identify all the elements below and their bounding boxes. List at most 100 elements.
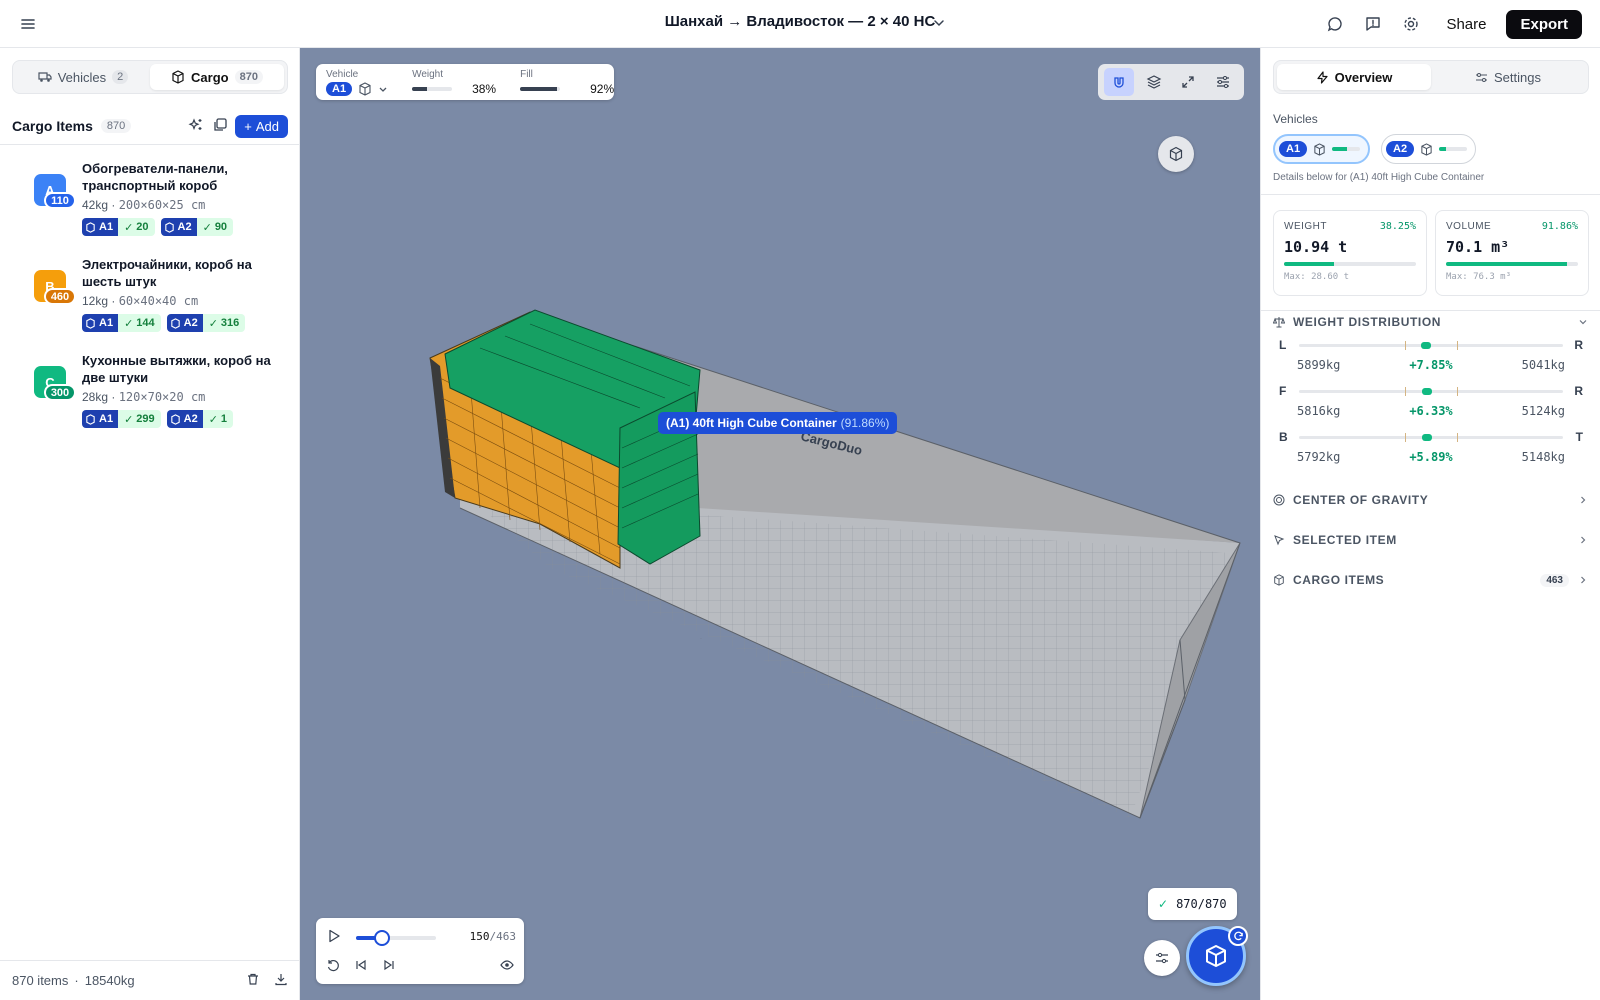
step-forward-icon[interactable] [382,958,396,975]
cargo-item-weight: 28kg [82,390,109,404]
check-icon: ✓ [124,317,134,330]
view-cube-icon[interactable] [1158,136,1194,172]
center-of-gravity-header[interactable]: CENTER OF GRAVITY [1273,490,1589,510]
tab-overview-label: Overview [1334,69,1393,85]
tab-vehicles-count: 2 [112,70,129,84]
vehicle-tag-label: A1 [99,221,114,233]
vehicle-chip-a2[interactable]: A2 [1381,134,1477,164]
check-icon: ✓ [202,221,212,234]
reset-icon[interactable] [326,958,340,975]
sparkles-icon[interactable] [187,116,205,137]
duplicate-icon[interactable] [211,116,229,137]
wd-right-value: 5124kg [1521,404,1565,418]
list-item[interactable]: A 110 Обогреватели-панели, транспортный … [0,152,300,246]
sliders-icon[interactable] [1208,68,1238,96]
playback-controls: 150/463 [316,918,524,984]
hud-fill-label: Fill [520,68,533,80]
settings-sliders-icon [1476,72,1487,82]
vehicle-chip-a1[interactable]: A1 [1273,134,1371,164]
quantity-badge: 110 [44,192,76,209]
magnet-icon[interactable] [1104,68,1135,96]
cargo-item-meta: 12kg · 60×40×40 cm [82,294,199,308]
vehicle-chip-label: A1 [1279,141,1308,157]
refresh-icon[interactable] [1228,926,1248,946]
cargo-item-name: Кухонные вытяжки, короб на две штуки [82,353,271,385]
vehicle-hud: Vehicle A1 Weight 38% Fill 92% [316,64,614,100]
tab-cargo[interactable]: Cargo 870 [150,64,284,90]
box-icon [1274,574,1284,586]
hud-fill-value: 92% [590,81,615,96]
quantity-badge: 300 [44,384,76,401]
allocation-qty: 144 [136,317,155,329]
export-button[interactable]: Export [1506,9,1582,39]
box-icon [172,70,184,84]
wd-right-value: 5148kg [1521,450,1565,464]
tab-settings[interactable]: Settings [1431,64,1585,90]
page-title[interactable]: Шанхай → Владивосток — 2 × 40 HC [665,13,936,30]
tab-overview[interactable]: Overview [1277,64,1431,90]
gear-icon[interactable] [1396,9,1426,39]
truck-icon [38,72,52,82]
volume-card-bar [1446,262,1578,266]
feedback-icon[interactable] [1358,9,1388,39]
allocation-tags: A1 ✓ 299 A2 ✓ 1 [82,410,234,428]
cargo-item-meta: 28kg · 120×70×20 cm [82,390,206,404]
share-button[interactable]: Share [1434,10,1498,39]
right-tabs: Overview Settings [1273,60,1589,94]
vehicles-section-label: Vehicles [1273,112,1318,126]
comment-icon[interactable] [1320,9,1350,39]
plus-icon: + [244,118,252,134]
left-footer: 870 items · 18540kg [0,960,300,1000]
add-cargo-button[interactable]: + Add [235,114,288,138]
footer-items-count: 870 items [12,973,69,988]
wd-right-value: 5041kg [1521,358,1565,372]
vehicle-fill-bar-fill [1439,147,1447,151]
weight-distribution-header[interactable]: WEIGHT DISTRIBUTION [1273,312,1589,332]
expand-icon[interactable] [1173,68,1203,96]
selected-item-header[interactable]: SELECTED ITEM [1273,530,1589,550]
step-back-icon[interactable] [354,958,368,975]
hud-fill: Fill 92% [520,64,614,100]
eye-icon[interactable] [500,958,514,975]
cargo-items-header[interactable]: CARGO ITEMS 463 [1273,570,1589,590]
play-icon[interactable] [326,928,342,947]
allocation-tags: A1 ✓ 20 A2 ✓ 90 [82,218,234,236]
cargo-item-dims: 120×70×20 cm [118,390,206,404]
hud-weight-label: Weight [412,68,444,80]
volume-card-bar-fill [1446,262,1568,266]
wd-track [1299,341,1563,350]
tab-vehicles[interactable]: Vehicles 2 [16,64,150,90]
volume-card-pct: 91.86% [1541,221,1578,232]
box-icon [1421,142,1432,156]
3d-viewport[interactable]: CargoDuo · Vehicle A1 Weight 38% Fill 92… [300,48,1260,1000]
box-icon [164,221,174,233]
layers-icon[interactable] [1139,68,1169,96]
allocation-qty: 316 [220,317,240,329]
cargo-items-title: CARGO ITEMS [1293,573,1385,587]
chevron-down-icon [379,87,387,92]
cargo-item-name: Обогреватели-панели, транспортный короб [82,161,228,193]
step-slider[interactable] [356,930,436,946]
tooltip-pct: (91.86%) [840,416,890,430]
hud-weight-value: 38% [472,81,497,96]
list-item[interactable]: B 460 Электрочайники, короб на шесть шту… [0,248,300,342]
hud-vehicle[interactable]: Vehicle A1 [326,64,388,100]
hud-weight-bar-fill [412,86,428,91]
download-icon[interactable] [274,972,288,989]
volume-card-value: 70.1 m³ [1446,238,1510,256]
cargo-item-dims: 200×60×25 cm [118,198,206,212]
step-slider-handle[interactable] [373,930,390,946]
hud-fill-bar-fill [520,86,557,91]
cargo-item-dims: 60×40×40 cm [118,294,199,308]
list-item[interactable]: C 300 Кухонные вытяжки, короб на две шту… [0,344,300,438]
trash-icon[interactable] [246,972,260,989]
allocation-tags: A1 ✓ 144 A2 ✓ 316 [82,314,246,332]
chevron-down-icon[interactable] [932,16,946,30]
check-icon: ✓ [208,413,218,426]
pack-settings-button[interactable] [1144,940,1180,976]
vehicle-fill-bar-fill [1332,147,1348,151]
hamburger-menu-icon[interactable] [18,14,38,34]
svg-text:·: · [700,636,702,642]
check-icon: ✓ [208,317,218,330]
left-panel: Vehicles 2 Cargo 870 Cargo Items 870 + A… [0,48,300,1000]
